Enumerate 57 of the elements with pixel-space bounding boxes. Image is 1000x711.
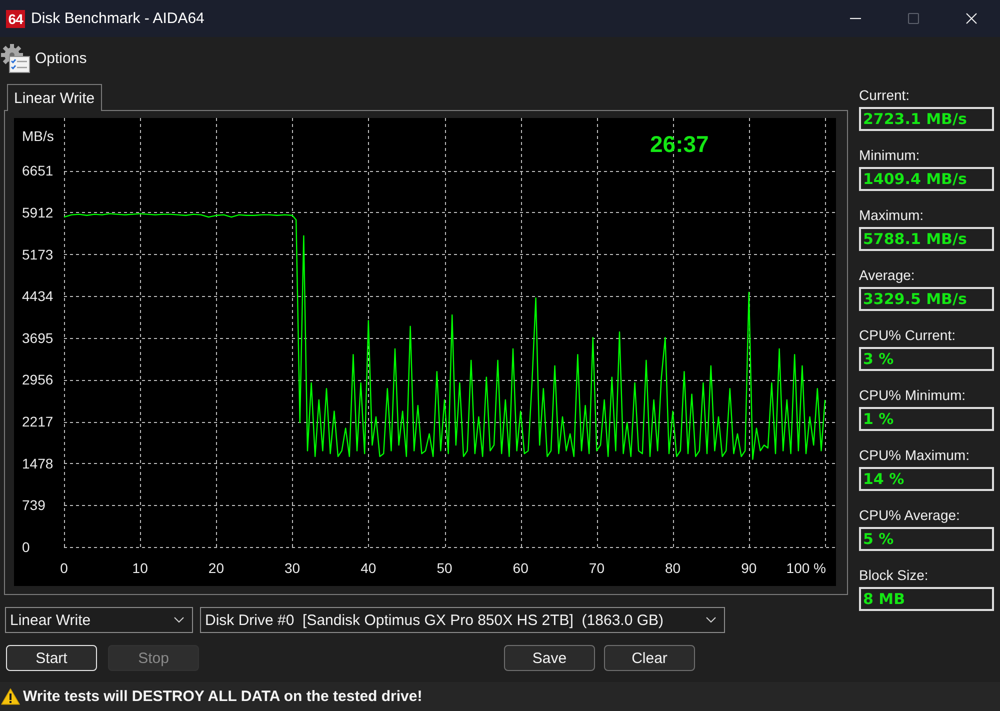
elapsed-time: 26:37 [650, 131, 709, 157]
chevron-down-icon [706, 617, 716, 623]
x-tick-label: 70 [588, 560, 604, 576]
options-menu-button[interactable]: Options [0, 42, 89, 76]
action-button[interactable]: Start [6, 645, 97, 671]
readout-label: Maximum: [859, 206, 925, 224]
readout-field: 5 % [859, 527, 994, 551]
readout-field: 3 % [859, 347, 994, 371]
readout-label: Block Size: [859, 566, 930, 584]
action-button[interactable]: Save [504, 645, 595, 671]
chevron-down-icon [174, 617, 184, 623]
readout-label: CPU% Average: [859, 506, 961, 524]
readout-field: 5788.1 MB/s [859, 227, 994, 251]
y-tick-label: 3695 [22, 330, 54, 346]
maximize-icon [908, 13, 918, 24]
y-tick-label: 0 [22, 539, 30, 555]
x-tick-label: 50 [436, 560, 452, 576]
x-tick-label: 80 [665, 560, 681, 576]
y-tick-label: 2217 [22, 414, 54, 430]
x-tick-label: 20 [208, 560, 224, 576]
readout-label: Minimum: [859, 146, 921, 164]
x-tick-label: 10 [132, 560, 148, 576]
x-tick-label: 0 [60, 560, 68, 576]
test-type-dropdown[interactable]: Linear Write [5, 607, 193, 633]
y-tick-label: 1478 [22, 455, 54, 472]
x-tick-label: 40 [360, 560, 376, 576]
y-tick-label: 5912 [22, 204, 54, 220]
readout-label: Current: [859, 86, 911, 104]
tab[interactable]: Linear Write [7, 84, 102, 111]
readout-field: 1409.4 MB/s [859, 167, 994, 191]
y-tick-label: 2956 [22, 372, 54, 388]
drive-dropdown[interactable]: Disk Drive #0 [Sandisk Optimus GX Pro 850X HS 2TB] (1863.0 GB) [200, 607, 725, 633]
readout-field: 1 % [859, 407, 994, 431]
x-tick-label: 100 % [786, 560, 826, 576]
action-button: Stop [108, 645, 199, 671]
warning-message: Write tests will DESTROY ALL DATA on the tested drive! [23, 688, 422, 705]
y-tick-label: 6651 [22, 162, 54, 179]
axis-title: MB/s [22, 128, 54, 144]
readout-label: CPU% Maximum: [859, 446, 970, 464]
readout-field: 14 % [859, 467, 994, 491]
readout-field: 3329.5 MB/s [859, 287, 994, 311]
readout-label: CPU% Current: [859, 326, 956, 344]
close-icon [966, 13, 976, 24]
x-tick-label: 60 [512, 560, 528, 576]
gear-checklist-icon [1, 44, 31, 74]
y-tick-label: 739 [22, 497, 46, 514]
readout-field: 2723.1 MB/s [859, 107, 994, 131]
readout-label: CPU% Minimum: [859, 386, 967, 404]
x-tick-label: 90 [741, 560, 757, 576]
y-tick-label: 4434 [22, 288, 54, 304]
action-button[interactable]: Clear [604, 645, 695, 671]
x-tick-label: 30 [284, 560, 300, 576]
y-tick-label: 5173 [22, 246, 54, 262]
readout-label: Average: [859, 266, 916, 284]
app-logo: 64 [6, 10, 25, 28]
window-title: Disk Benchmark - AIDA64 [31, 10, 204, 27]
readout-field: 8 MB [859, 587, 994, 611]
